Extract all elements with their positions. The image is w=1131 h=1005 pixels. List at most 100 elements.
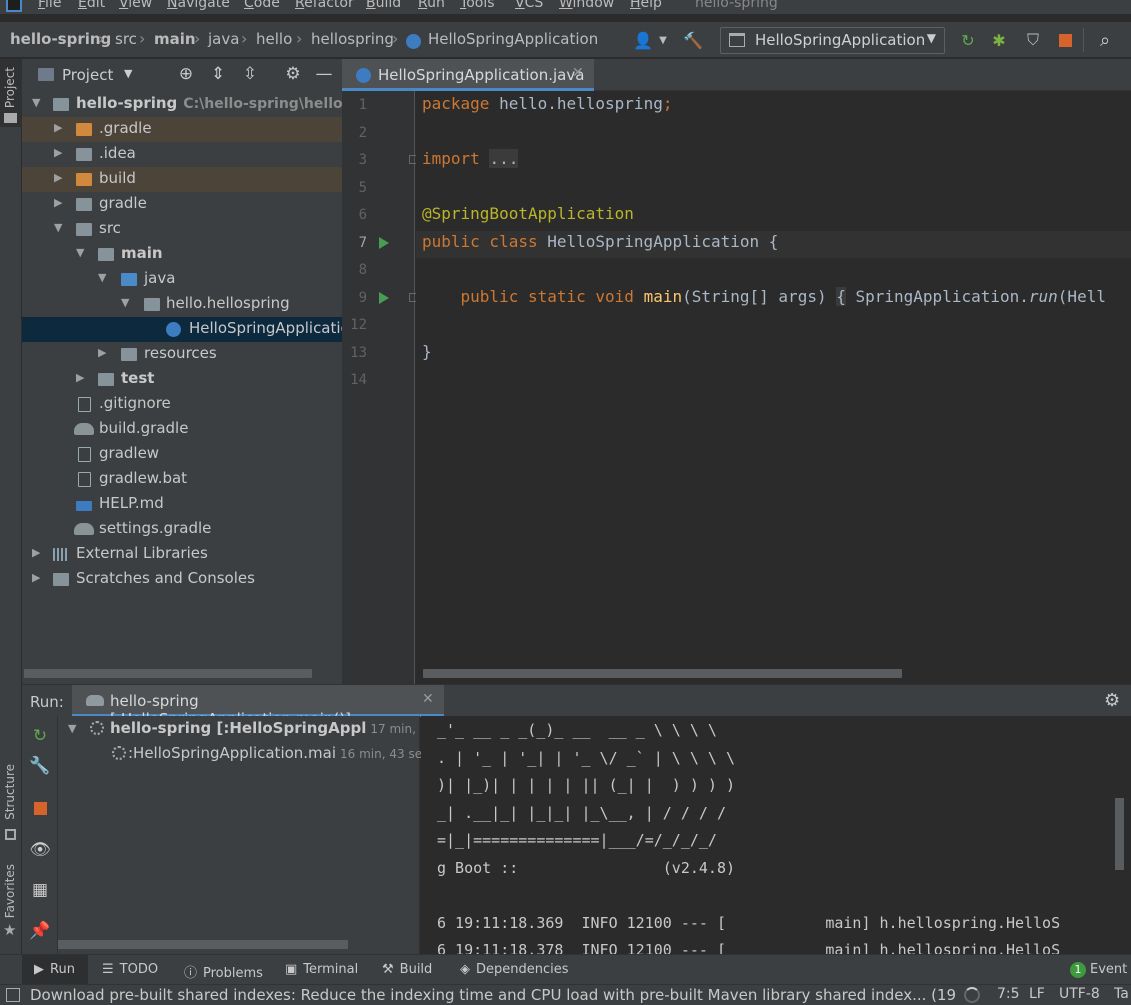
stop-icon[interactable]: [1054, 29, 1076, 51]
gear-icon[interactable]: ⚙: [1104, 690, 1120, 711]
tool-tab-dependencies[interactable]: ◈ Dependencies: [460, 955, 569, 985]
chevron-down-icon[interactable]: ▼: [54, 221, 62, 234]
tree-item-external-libraries[interactable]: ▶ External Libraries: [22, 542, 342, 567]
menu-refactor[interactable]: Refactor: [295, 0, 354, 11]
search-icon[interactable]: ⌕: [1094, 29, 1116, 51]
horizontal-scrollbar[interactable]: [24, 669, 312, 678]
menu-vcs[interactable]: VCS: [515, 0, 543, 11]
run-class-gutter-icon[interactable]: [379, 237, 389, 249]
menu-edit[interactable]: Edit: [78, 0, 105, 11]
tree-item-java[interactable]: ▼ java: [22, 267, 342, 292]
window-toggle-icon[interactable]: [6, 988, 20, 1002]
status-message[interactable]: Download pre-built shared indexes: Reduc…: [30, 986, 958, 1004]
chevron-right-icon[interactable]: ▶: [98, 346, 106, 359]
tree-item-gradle[interactable]: ▶ gradle: [22, 192, 342, 217]
chevron-down-icon[interactable]: ▼: [652, 29, 674, 51]
user-icon[interactable]: 👤: [632, 29, 654, 51]
project-tool-tab[interactable]: Project: [3, 67, 17, 108]
chevron-right-icon[interactable]: ▶: [32, 546, 40, 559]
tree-item-resources[interactable]: ▶ resources: [22, 342, 342, 367]
tree-item-src[interactable]: ▼ src: [22, 217, 342, 242]
run-tree-task[interactable]: :HelloSpringApplication.mai 16 min, 43 se…: [112, 744, 429, 768]
tool-tab-terminal[interactable]: ▣ Terminal: [285, 955, 358, 985]
tree-item-help-md[interactable]: HELP.md: [22, 492, 342, 517]
minimize-icon[interactable]: —: [314, 64, 334, 84]
tree-item-gradlew[interactable]: gradlew: [22, 442, 342, 467]
eye-icon[interactable]: 👁: [29, 840, 51, 860]
menu-run[interactable]: Run: [418, 0, 445, 11]
tool-tab-todo[interactable]: ☰ TODO: [102, 955, 158, 985]
rerun-icon[interactable]: ↻: [957, 29, 979, 51]
menu-build[interactable]: Build: [366, 0, 401, 11]
tree-item-scratches[interactable]: ▶ Scratches and Consoles: [22, 567, 342, 592]
tool-tab-problems[interactable]: ⓘ Problems: [184, 955, 263, 985]
menu-window[interactable]: Window: [559, 0, 614, 11]
chevron-down-icon[interactable]: ▼: [124, 67, 132, 80]
run-main-gutter-icon[interactable]: [379, 292, 389, 304]
gear-icon[interactable]: ⚙: [283, 64, 303, 84]
breadcrumb-hello[interactable]: hello: [256, 30, 292, 48]
tree-item-main[interactable]: ▼ main: [22, 242, 342, 267]
chevron-right-icon[interactable]: ▶: [32, 571, 40, 584]
chevron-right-icon[interactable]: ▶: [54, 196, 62, 209]
tree-item-idea[interactable]: ▶ .idea: [22, 142, 342, 167]
layout-icon[interactable]: ▦: [30, 880, 50, 900]
close-icon[interactable]: ✕: [422, 691, 434, 707]
chevron-down-icon[interactable]: ▼: [32, 96, 40, 109]
caret-position[interactable]: 7:5: [997, 986, 1020, 1002]
tree-item-gradlew-bat[interactable]: gradlew.bat: [22, 467, 342, 492]
chevron-right-icon[interactable]: ▶: [54, 121, 62, 134]
close-icon[interactable]: ✕: [572, 65, 584, 81]
tool-tab-event-log[interactable]: 1 Event L: [1070, 955, 1131, 985]
indent-setting[interactable]: Ta: [1114, 986, 1129, 1002]
horizontal-scrollbar[interactable]: [423, 669, 902, 678]
project-tab-active[interactable]: Project: [0, 59, 22, 127]
debug-bug-icon[interactable]: ✱: [988, 29, 1010, 51]
favorites-tool-tab[interactable]: Favorites: [3, 864, 17, 918]
menu-navigate[interactable]: Navigate: [167, 0, 230, 11]
chevron-down-icon[interactable]: ▼: [98, 271, 106, 284]
coverage-shield-icon[interactable]: ⛉: [1022, 29, 1044, 51]
breadcrumb-project[interactable]: hello-spring: [10, 30, 111, 48]
tree-item-build[interactable]: ▶ build: [22, 167, 342, 192]
pin-icon[interactable]: 📌: [29, 921, 50, 941]
menu-view[interactable]: View: [119, 0, 152, 11]
menu-help[interactable]: Help: [630, 0, 662, 11]
folded-body[interactable]: {: [836, 287, 846, 306]
expand-all-icon[interactable]: ⇕: [208, 64, 228, 84]
menu-file[interactable]: File: [38, 0, 61, 11]
run-configuration-select[interactable]: HelloSpringApplication ▼: [720, 27, 945, 54]
tree-item-application-class[interactable]: HelloSpringApplication: [22, 317, 342, 342]
project-view-title[interactable]: Project: [62, 66, 113, 84]
breadcrumb-src[interactable]: src: [115, 30, 137, 48]
chevron-right-icon[interactable]: ▶: [54, 171, 62, 184]
editor-tab-active[interactable]: HelloSpringApplication.java ✕: [342, 59, 594, 91]
chevron-down-icon[interactable]: ▼: [76, 246, 84, 259]
code-editor[interactable]: package hello.hellospring; import ... @S…: [416, 91, 1131, 684]
horizontal-scrollbar[interactable]: [58, 940, 348, 949]
menu-tools[interactable]: Tools: [460, 0, 495, 11]
vertical-scrollbar[interactable]: [1115, 798, 1124, 870]
tree-item-settings-gradle[interactable]: settings.gradle: [22, 517, 342, 542]
console-output[interactable]: _'_ __ _ _(_)_ __ __ _ \ \ \ \ . | '_ | …: [421, 716, 1131, 954]
menu-code[interactable]: Code: [244, 0, 280, 11]
collapse-all-icon[interactable]: ⇳: [240, 64, 260, 84]
tree-item-test[interactable]: ▶ test: [22, 367, 342, 392]
tree-item-package[interactable]: ▼ hello.hellospring: [22, 292, 342, 317]
line-separator[interactable]: LF: [1029, 986, 1045, 1002]
rerun-icon[interactable]: ↻: [30, 726, 50, 746]
tree-item-gitignore[interactable]: .gitignore: [22, 392, 342, 417]
chevron-down-icon[interactable]: ▼: [68, 722, 76, 735]
run-tree-root[interactable]: hello-spring [:HelloSpringAppl 17 min, 10…: [90, 719, 459, 743]
tree-item-gradle-dir[interactable]: ▶ .gradle: [22, 117, 342, 142]
stop-icon[interactable]: [30, 798, 50, 818]
build-hammer-icon[interactable]: 🔨: [682, 29, 704, 51]
tree-item-build-gradle[interactable]: build.gradle: [22, 417, 342, 442]
chevron-right-icon[interactable]: ▶: [54, 146, 62, 159]
breadcrumb-hellospring[interactable]: hellospring: [311, 30, 394, 48]
file-encoding[interactable]: UTF-8: [1059, 986, 1100, 1002]
run-tab-active[interactable]: hello-spring [:HelloSpringApplication.ma…: [72, 685, 444, 728]
structure-tool-tab[interactable]: Structure: [3, 764, 17, 820]
wrench-icon[interactable]: 🔧: [29, 756, 50, 776]
breadcrumb-class[interactable]: HelloSpringApplication: [428, 30, 598, 48]
